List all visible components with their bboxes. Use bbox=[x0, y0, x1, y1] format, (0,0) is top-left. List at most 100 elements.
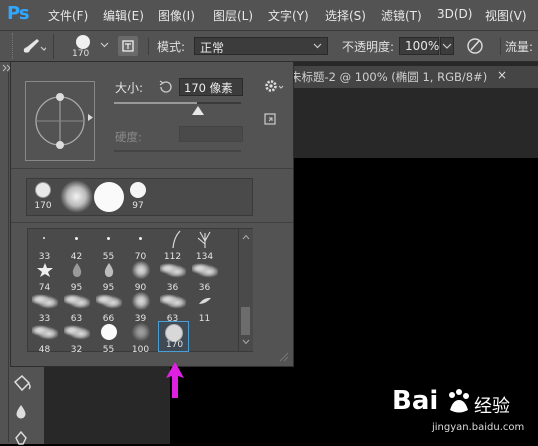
recent-brushes: 170 97 bbox=[26, 178, 253, 216]
texture-brush-icon bbox=[131, 323, 151, 341]
recent-brush-size: 170 bbox=[34, 201, 52, 211]
document-tab[interactable]: 未标题-2 @ 100% (椭圆 1, RGB/8#) × bbox=[284, 66, 538, 88]
preset-cell[interactable]: 33 bbox=[30, 291, 59, 325]
preset-cell[interactable]: 66 bbox=[94, 291, 123, 325]
preset-cell[interactable]: 100 bbox=[126, 322, 155, 356]
watermark-brand-suffix: 经验 bbox=[474, 396, 510, 417]
drop-brush-icon bbox=[104, 263, 114, 277]
splatter-brush-icon bbox=[64, 293, 90, 309]
preview-arrow-icon bbox=[88, 114, 93, 121]
texture-brush-icon bbox=[131, 292, 151, 310]
preset-size: 48 bbox=[38, 345, 51, 355]
splatter-brush-icon bbox=[160, 293, 186, 309]
tiny-round-brush-icon bbox=[139, 237, 142, 240]
hardness-label: 硬度: bbox=[115, 130, 142, 144]
gear-icon[interactable] bbox=[263, 78, 285, 94]
preset-cell-selected[interactable]: 170 bbox=[158, 321, 189, 352]
app-logo[interactable]: Ps bbox=[7, 3, 30, 24]
preset-size: 32 bbox=[70, 345, 83, 355]
scroll-up-icon[interactable] bbox=[242, 234, 250, 240]
splatter-brush-icon bbox=[192, 262, 218, 278]
reset-size-icon[interactable] bbox=[157, 79, 173, 95]
mode-value: 正常 bbox=[200, 41, 225, 55]
preset-cell[interactable]: 11 bbox=[190, 291, 219, 325]
menu-edit[interactable]: 编辑(E) bbox=[103, 7, 144, 24]
preset-size: 170 bbox=[165, 340, 184, 350]
brush-size-readout: 170 bbox=[72, 49, 90, 59]
resize-grip-icon[interactable] bbox=[279, 352, 289, 362]
blur-tool-icon[interactable] bbox=[12, 402, 30, 422]
opacity-input[interactable]: 100% bbox=[399, 37, 439, 55]
menu-select[interactable]: 选择(S) bbox=[325, 7, 366, 24]
preset-cell[interactable]: 63 bbox=[62, 291, 91, 325]
preset-cell[interactable]: 95 bbox=[62, 260, 91, 294]
menu-view[interactable]: 视图(V) bbox=[485, 7, 527, 24]
recent-brush-4[interactable]: 97 bbox=[127, 179, 149, 215]
scrollbar-thumb[interactable] bbox=[241, 307, 250, 335]
preset-cell[interactable]: 36 bbox=[190, 260, 219, 294]
opacity-dropdown-button[interactable] bbox=[440, 37, 454, 55]
tiny-round-brush-icon bbox=[107, 237, 110, 240]
preset-cell[interactable]: 39 bbox=[126, 291, 155, 325]
preset-cell[interactable]: 55 bbox=[94, 229, 123, 263]
preset-size: 55 bbox=[102, 345, 115, 355]
baidu-watermark: Bai 经验 jingyan.baidu.com bbox=[380, 382, 538, 444]
preset-cell[interactable]: 63 bbox=[158, 291, 187, 325]
menu-3d[interactable]: 3D(D) bbox=[437, 7, 472, 21]
tiny-round-brush-icon bbox=[75, 237, 78, 240]
preset-cell[interactable]: 48 bbox=[30, 322, 59, 356]
scroll-down-icon[interactable] bbox=[242, 339, 250, 345]
drop-brush-icon bbox=[72, 263, 82, 277]
document-tab-close-button[interactable]: × bbox=[497, 68, 507, 82]
splatter-brush-icon bbox=[160, 262, 186, 278]
hardness-input bbox=[179, 126, 243, 142]
menu-type[interactable]: 文字(Y) bbox=[268, 7, 309, 24]
size-slider-fill bbox=[114, 102, 197, 104]
hardness-slider bbox=[114, 150, 241, 152]
preset-scrollbar[interactable] bbox=[238, 229, 253, 351]
menu-file[interactable]: 文件(F) bbox=[48, 7, 88, 24]
recent-brush-3[interactable] bbox=[94, 182, 124, 212]
pressure-opacity-icon[interactable] bbox=[464, 36, 486, 56]
recent-brush-size: 97 bbox=[132, 201, 144, 211]
size-input[interactable]: 170 像素 bbox=[179, 78, 243, 96]
preset-cell[interactable]: 36 bbox=[158, 260, 187, 294]
recent-brush-1[interactable]: 170 bbox=[27, 179, 59, 215]
preset-cell[interactable]: 33 bbox=[30, 229, 59, 263]
splatter-brush-icon bbox=[96, 293, 122, 309]
preset-cell[interactable]: 55 bbox=[94, 322, 123, 356]
preset-size: 11 bbox=[198, 314, 211, 324]
mode-select[interactable]: 正常 bbox=[194, 37, 328, 55]
paint-bucket-icon[interactable] bbox=[10, 372, 34, 394]
preset-cell[interactable]: 95 bbox=[94, 260, 123, 294]
menu-layer[interactable]: 图层(L) bbox=[213, 7, 253, 24]
splatter-brush-icon bbox=[32, 293, 58, 309]
size-slider-thumb[interactable] bbox=[192, 106, 204, 116]
options-bar: 170 模式: 正常 不透明度: 100% 流量: bbox=[0, 31, 538, 62]
preset-cell[interactable]: 32 bbox=[62, 322, 91, 356]
soft-round-brush-icon[interactable] bbox=[60, 180, 93, 213]
brush-panel-icon bbox=[122, 40, 134, 52]
brush-tool-icon[interactable] bbox=[20, 37, 46, 55]
toolbar-divider bbox=[8, 72, 9, 442]
brush-tip-icon bbox=[76, 35, 90, 49]
hard-round-brush-icon bbox=[130, 182, 146, 198]
paw-logo-icon bbox=[449, 389, 469, 413]
star-leaf-brush-icon bbox=[37, 263, 53, 277]
preset-cell[interactable]: 74 bbox=[30, 260, 59, 294]
brush-preset-picker[interactable]: 170 bbox=[53, 34, 110, 59]
menu-filter[interactable]: 滤镜(T) bbox=[381, 7, 422, 24]
preset-cell[interactable]: 70 bbox=[126, 229, 155, 263]
brush-panel-toggle-button[interactable] bbox=[118, 36, 138, 56]
annotation-arrow-icon bbox=[166, 362, 184, 398]
preset-cell[interactable]: 90 bbox=[126, 260, 155, 294]
preset-cell[interactable]: 42 bbox=[62, 229, 91, 263]
preset-cell[interactable]: 134 bbox=[190, 229, 219, 263]
new-preset-icon[interactable] bbox=[263, 112, 277, 126]
brush-angle-preview[interactable] bbox=[25, 81, 95, 161]
opacity-label: 不透明度: bbox=[342, 40, 395, 54]
menu-image[interactable]: 图像(I) bbox=[158, 7, 195, 24]
flow-label: 流量: bbox=[500, 38, 533, 55]
preset-cell[interactable]: 112 bbox=[158, 229, 187, 263]
hard-round-brush-icon bbox=[101, 324, 117, 340]
